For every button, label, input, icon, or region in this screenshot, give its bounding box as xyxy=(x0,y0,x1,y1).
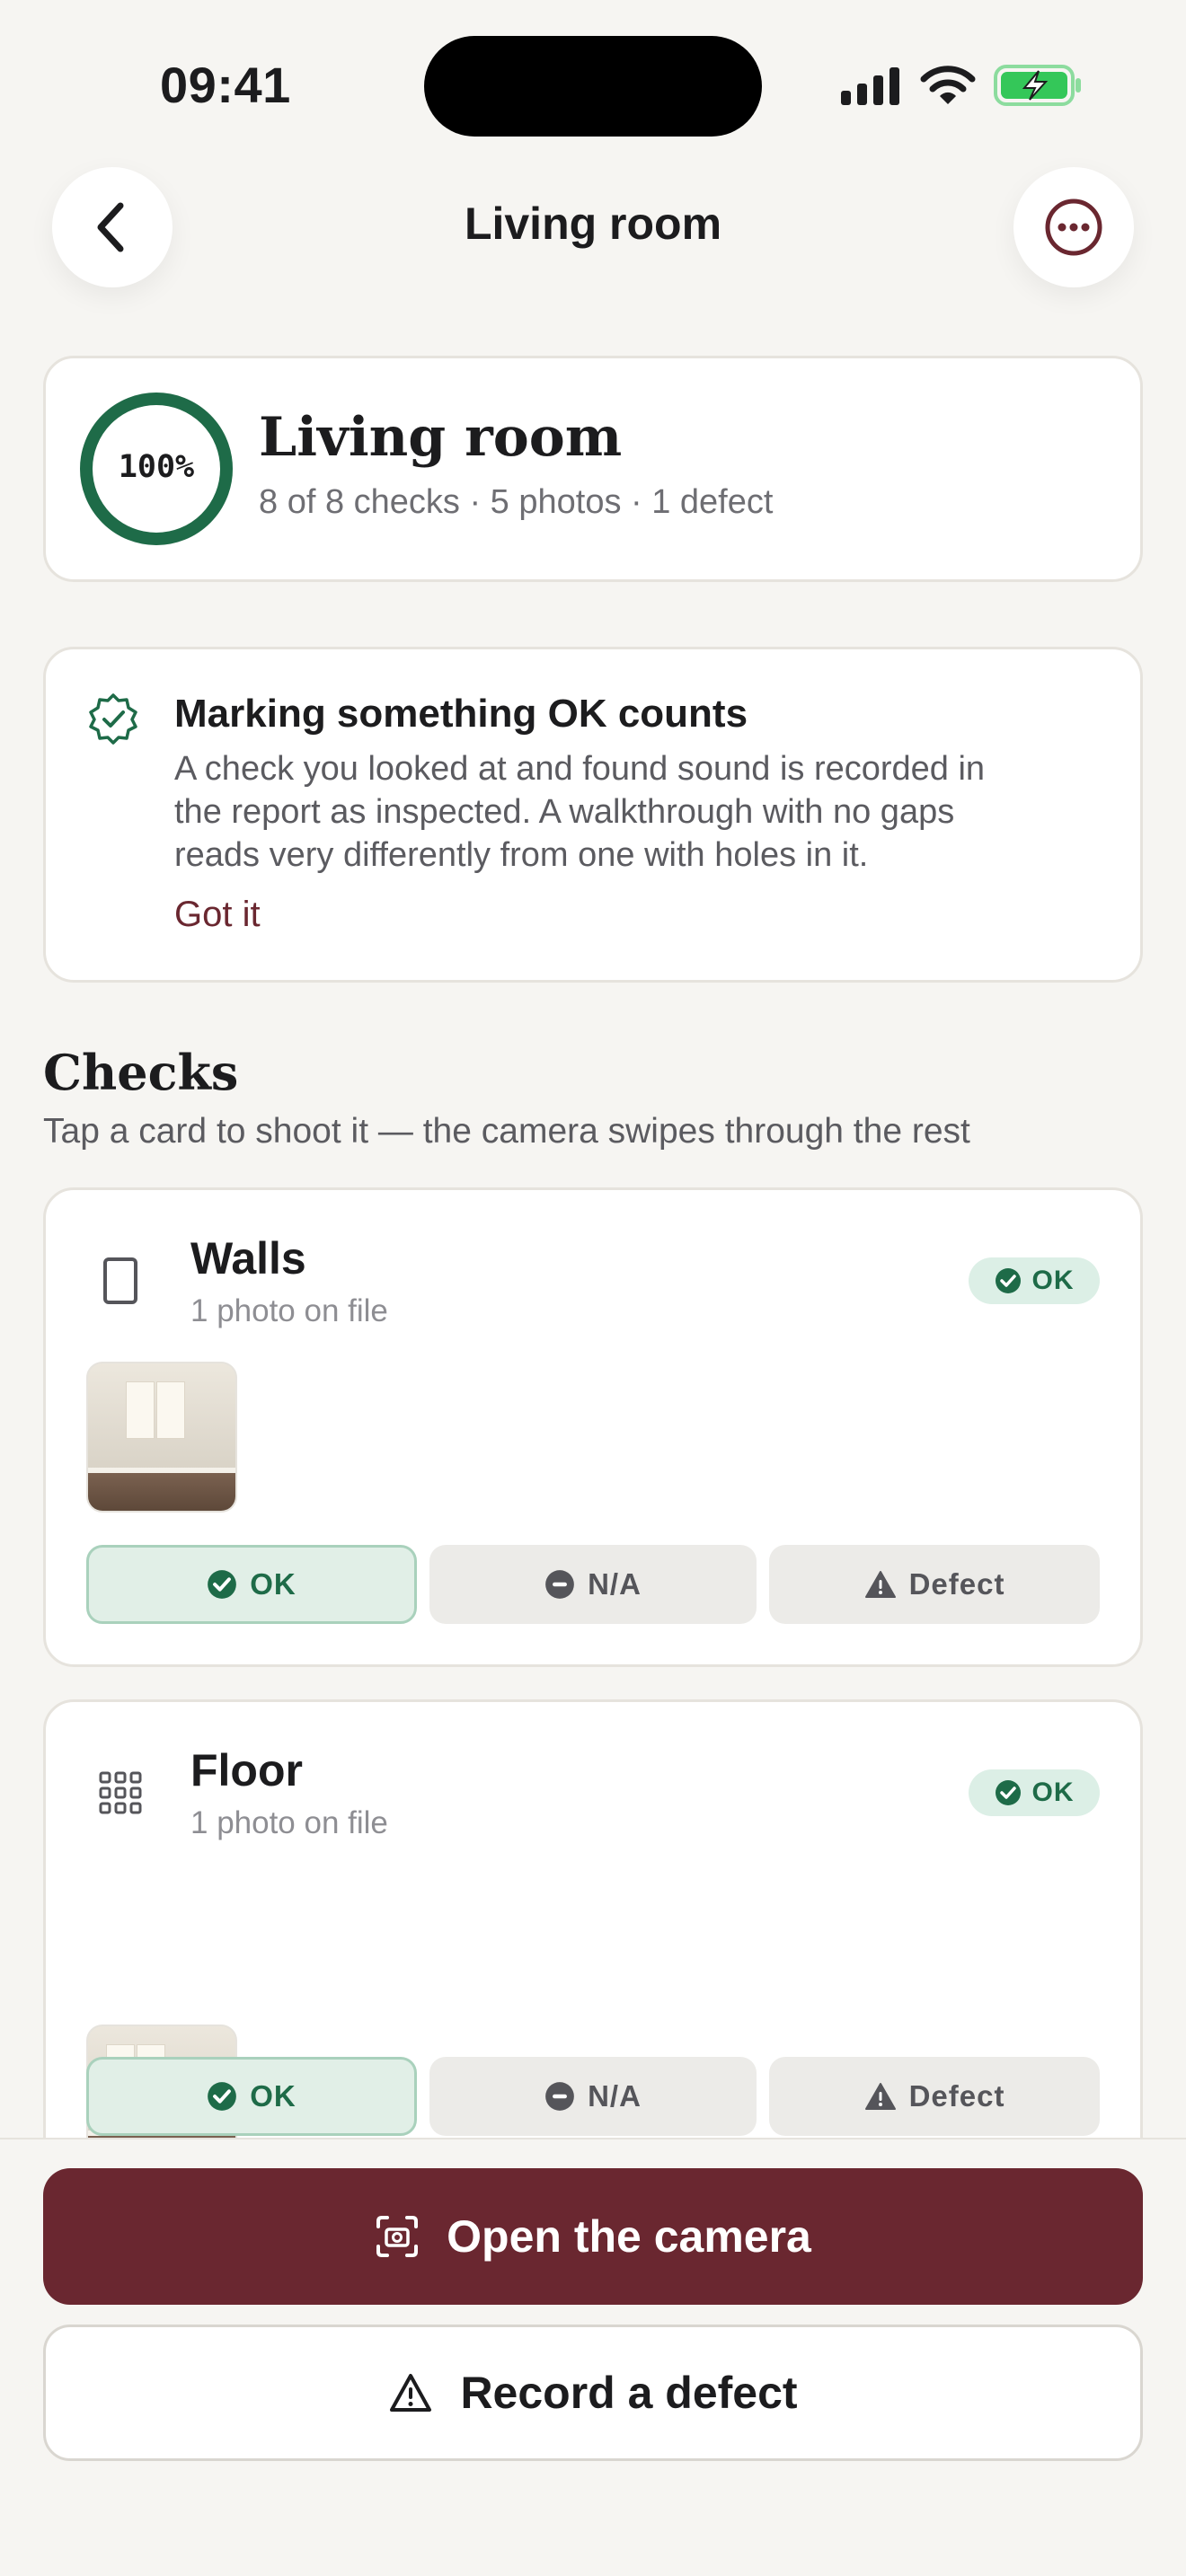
open-camera-label: Open the camera xyxy=(447,2211,811,2262)
back-button[interactable] xyxy=(52,167,173,287)
progress-label: 100% xyxy=(118,449,195,485)
page-title: Living room xyxy=(464,198,722,249)
dynamic-island xyxy=(424,36,762,137)
wifi-icon xyxy=(920,66,976,104)
ok-option-label: OK xyxy=(250,1567,296,1601)
status-badge-label: OK xyxy=(1031,1778,1075,1807)
check-meta: 1 photo on file xyxy=(190,1293,388,1328)
check-circle-icon xyxy=(208,1570,237,1599)
na-option-label: N/A xyxy=(588,2079,642,2113)
minus-circle-icon xyxy=(545,1570,574,1599)
warning-triangle-filled-icon xyxy=(864,1571,896,1598)
minus-circle-icon xyxy=(545,2082,574,2111)
na-option-button[interactable]: N/A xyxy=(429,2057,757,2136)
verified-badge-icon xyxy=(89,693,137,745)
floor-grid-icon xyxy=(99,1771,142,1814)
warning-triangle-icon xyxy=(390,2374,432,2412)
record-defect-label: Record a defect xyxy=(460,2368,798,2418)
room-stats: 8 of 8 checks · 5 photos · 1 defect xyxy=(259,483,774,521)
ok-option-button[interactable]: OK xyxy=(86,2057,417,2136)
check-name: Walls xyxy=(190,1233,306,1284)
check-circle-icon xyxy=(208,2082,237,2111)
check-circle-icon xyxy=(995,1268,1021,1293)
battery-charging-icon xyxy=(994,65,1081,106)
dismiss-tip-link[interactable]: Got it xyxy=(174,895,261,935)
chevron-left-icon xyxy=(97,202,124,252)
check-circle-icon xyxy=(995,1780,1021,1805)
ok-option-label: OK xyxy=(250,2079,296,2113)
checks-section-title: Checks xyxy=(43,1044,239,1101)
na-option-label: N/A xyxy=(588,1567,642,1601)
ellipsis-circle-icon xyxy=(1045,198,1102,256)
defect-option-label: Defect xyxy=(908,1567,1005,1601)
tip-title: Marking something OK counts xyxy=(174,692,748,736)
tip-body-line: the report as inspected. A walkthrough w… xyxy=(174,793,955,831)
check-photo-thumbnail[interactable] xyxy=(86,1362,237,1513)
ok-option-button[interactable]: OK xyxy=(86,1545,417,1624)
open-camera-button[interactable]: Open the camera xyxy=(43,2168,1143,2305)
cellular-signal-icon xyxy=(841,67,899,105)
checks-section-subtitle: Tap a card to shoot it — the camera swip… xyxy=(43,1112,970,1151)
record-defect-button[interactable]: Record a defect xyxy=(43,2325,1143,2461)
tip-body: A check you looked at and found sound is… xyxy=(174,747,1109,877)
room-title: Living room xyxy=(259,406,623,469)
defect-option-label: Defect xyxy=(908,2079,1005,2113)
check-name: Floor xyxy=(190,1745,303,1795)
status-badge: OK xyxy=(969,1769,1100,1816)
warning-triangle-filled-icon xyxy=(864,2083,896,2110)
check-meta: 1 photo on file xyxy=(190,1805,388,1840)
status-icons xyxy=(839,63,1084,108)
defect-option-button[interactable]: Defect xyxy=(769,2057,1100,2136)
defect-option-button[interactable]: Defect xyxy=(769,1545,1100,1624)
status-badge-label: OK xyxy=(1031,1266,1075,1295)
na-option-button[interactable]: N/A xyxy=(429,1545,757,1624)
more-options-button[interactable] xyxy=(1013,167,1134,287)
wall-square-icon xyxy=(103,1257,137,1304)
tip-body-line: reads very differently from one with hol… xyxy=(174,836,869,874)
tip-body-line: A check you looked at and found sound is… xyxy=(174,750,986,788)
status-badge: OK xyxy=(969,1257,1100,1304)
status-time: 09:41 xyxy=(160,57,291,113)
camera-icon xyxy=(376,2216,419,2257)
